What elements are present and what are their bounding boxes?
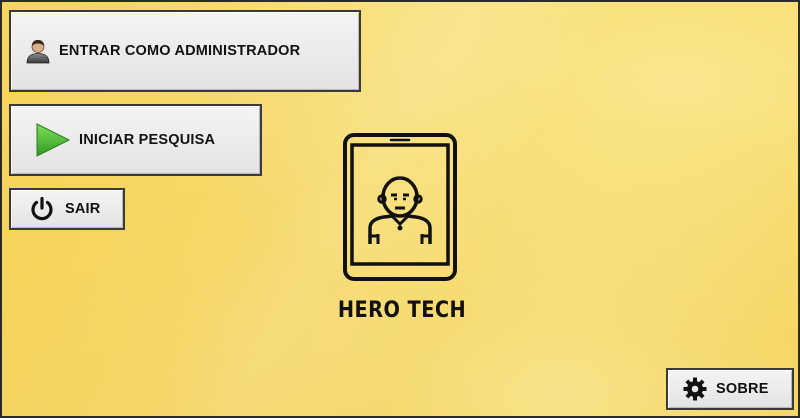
main-window: ENTRAR COMO ADMINISTRADOR INICIAR PESQUI… (0, 0, 800, 418)
exit-button[interactable]: SAIR (9, 188, 125, 230)
user-icon (26, 40, 50, 64)
power-icon (31, 196, 53, 221)
smartphone-person-logo (343, 133, 457, 281)
admin-login-button[interactable]: ENTRAR COMO ADMINISTRADOR (9, 10, 361, 92)
play-icon (36, 123, 71, 157)
gear-icon (683, 377, 707, 401)
start-survey-button[interactable]: INICIAR PESQUISA (9, 104, 262, 176)
admin-login-label: ENTRAR COMO ADMINISTRADOR (59, 43, 301, 59)
start-survey-label: INICIAR PESQUISA (79, 132, 216, 148)
about-button[interactable]: SOBRE (666, 368, 794, 410)
exit-label: SAIR (65, 201, 101, 217)
brand-name: HERO TECH (337, 298, 467, 323)
about-label: SOBRE (716, 381, 769, 397)
